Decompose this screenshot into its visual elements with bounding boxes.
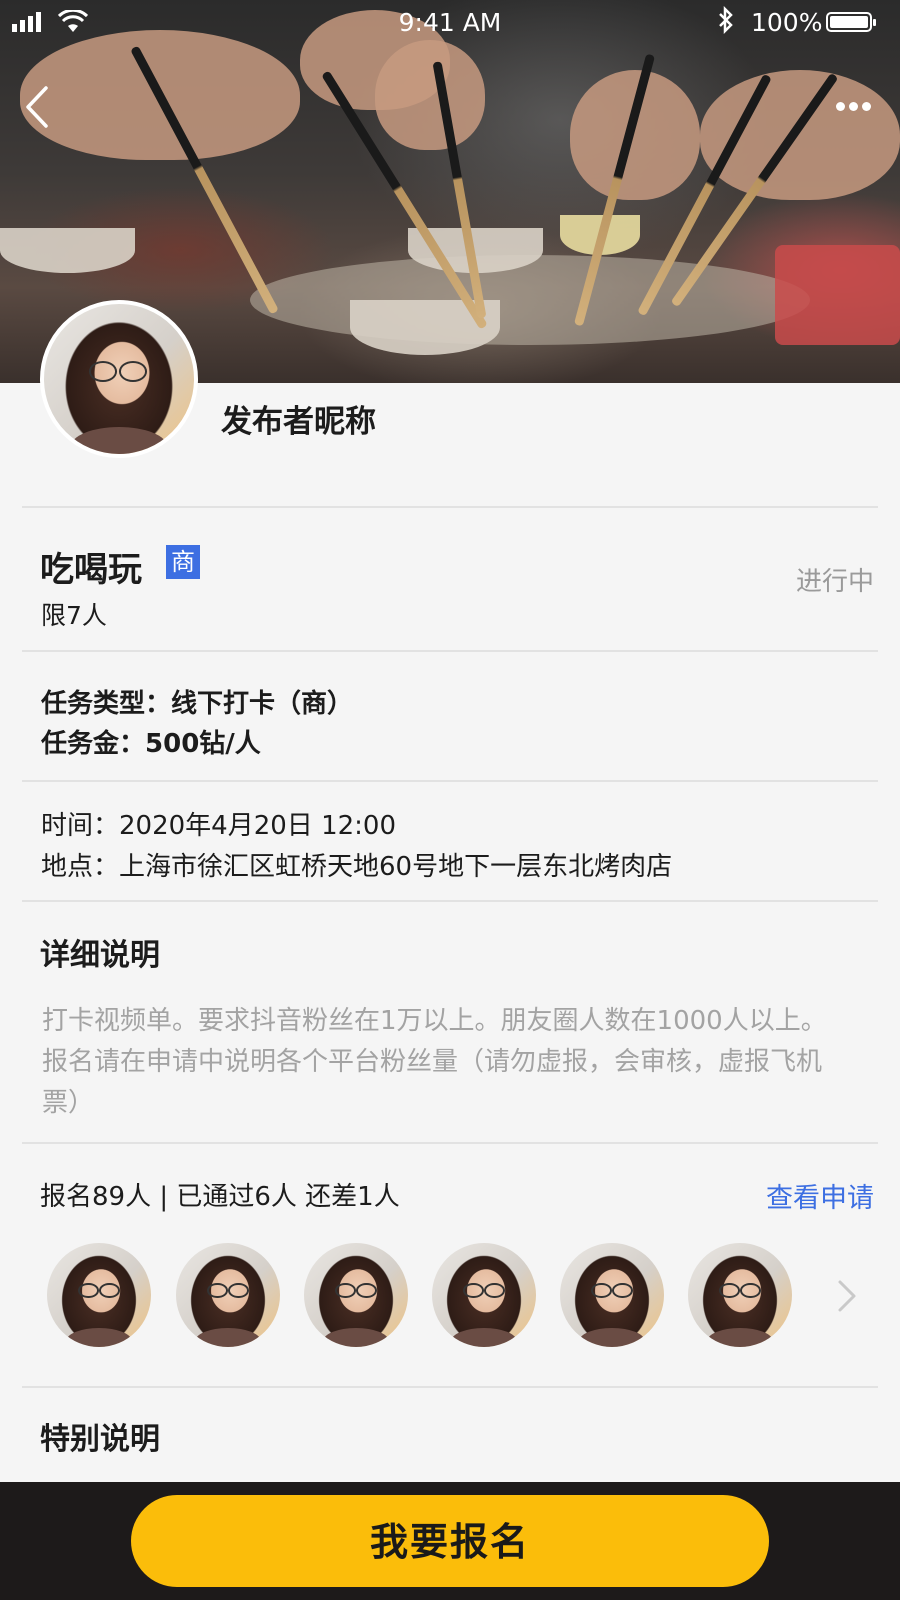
task-status: 进行中 [795,567,874,597]
signup-button[interactable]: 我要报名 [131,1495,769,1587]
applicant-avatar[interactable] [47,1243,151,1347]
task-type-value: 线下打卡（商） [171,689,354,719]
battery-icon [826,12,876,32]
task-reward-value: 500钻/人 [145,729,261,759]
task-reward-row: 任务金：500钻/人 [41,723,261,760]
location-value: 上海市徐汇区虹桥天地60号地下一层东北烤肉店 [119,852,673,882]
divider [22,1142,878,1144]
status-bar: 9:41 AM 100% [0,0,900,44]
view-applications-link[interactable]: 查看申请 [766,1176,874,1215]
task-type-row: 任务类型：线下打卡（商） [41,683,353,720]
location-label: 地点： [41,852,120,882]
divider [22,780,878,782]
participant-limit: 限7人 [41,601,107,630]
applicant-avatar[interactable] [176,1243,280,1347]
details-text: 打卡视频单。要求抖音粉丝在1万以上。朋友圈人数在1000人以上。报名请在申请中说… [42,1006,827,1118]
time-row: 时间：2020年4月20日 12:00 [41,805,396,842]
signup-summary: 报名89人 | 已通过6人 还差1人 [40,1182,400,1212]
back-button[interactable] [18,82,58,132]
divider [22,506,878,508]
more-button[interactable] [836,96,882,120]
time-value: 2020年4月20日 12:00 [119,811,397,841]
divider [22,1386,878,1388]
publisher-avatar[interactable] [40,300,198,458]
applicant-avatar[interactable] [304,1243,408,1347]
time-label: 时间： [41,811,120,841]
applicant-avatar[interactable] [432,1243,536,1347]
task-reward-label: 任务金： [41,729,146,759]
applicant-avatar[interactable] [688,1243,792,1347]
bluetooth-icon [718,5,734,41]
divider [22,650,878,652]
special-notes-title: 特别说明 [40,1422,160,1457]
publisher-name: 发布者昵称 [221,404,376,440]
task-title: 吃喝玩 [40,550,142,590]
chevron-right-icon [838,1280,856,1312]
location-row: 地点：上海市徐汇区虹桥天地60号地下一层东北烤肉店 [41,846,672,883]
more-applicants-button[interactable] [832,1276,860,1316]
chevron-left-icon [26,86,48,128]
details-title: 详细说明 [40,938,160,973]
more-horizontal-icon [836,102,845,111]
merchant-badge: 商 [166,545,200,579]
divider [22,900,878,902]
task-type-label: 任务类型： [41,689,172,719]
battery-percent: 100% [751,8,823,37]
applicant-avatar[interactable] [560,1243,664,1347]
